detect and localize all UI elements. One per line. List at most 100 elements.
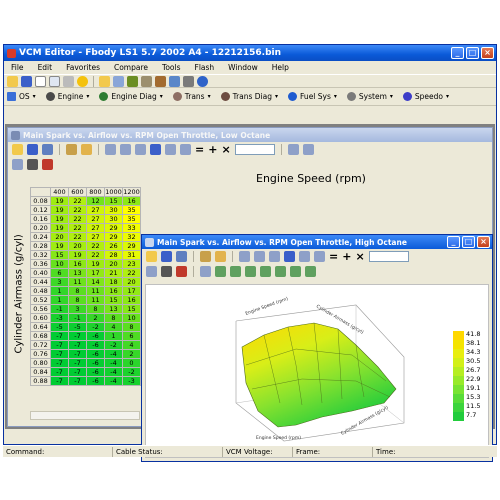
row-header[interactable]: 0.12 — [30, 205, 51, 215]
table-cell[interactable]: 12 — [86, 196, 105, 206]
table-cell[interactable]: -2 — [122, 367, 141, 377]
copy-icon[interactable] — [200, 251, 211, 262]
table-cell[interactable]: -4 — [104, 376, 123, 386]
reset-view-icon[interactable] — [275, 266, 286, 277]
nav-system[interactable]: System ▾ — [346, 92, 393, 101]
open-icon[interactable] — [7, 75, 18, 87]
menu-compare[interactable]: Compare — [114, 63, 148, 72]
table-cell[interactable]: 8 — [104, 313, 123, 323]
table-cell[interactable]: 35 — [122, 205, 141, 215]
row-header[interactable]: 0.36 — [30, 259, 51, 269]
table-cell[interactable]: -7 — [50, 367, 69, 377]
chart-3d-icon[interactable] — [176, 266, 187, 277]
table-cell[interactable]: 16 — [122, 295, 141, 305]
close-button[interactable]: × — [481, 47, 494, 59]
graph-icon[interactable] — [314, 251, 325, 262]
add-button[interactable]: + — [342, 251, 351, 262]
table-cell[interactable]: -5 — [68, 322, 87, 332]
row-header[interactable]: 0.60 — [30, 313, 51, 323]
row-header[interactable]: 0.88 — [30, 376, 51, 386]
nav-engine[interactable]: Engine ▾ — [45, 92, 89, 101]
minimize-button[interactable]: _ — [447, 236, 460, 248]
value-input[interactable] — [368, 251, 409, 262]
table-cell[interactable]: -6 — [86, 331, 105, 341]
flash-read-icon[interactable] — [141, 75, 152, 87]
table-cell[interactable]: -5 — [50, 322, 69, 332]
table-cell[interactable]: 30 — [104, 214, 123, 224]
table-cell[interactable]: 22 — [68, 214, 87, 224]
table-cell[interactable]: 2 — [122, 349, 141, 359]
surface-icon[interactable] — [305, 266, 316, 277]
table-cell[interactable]: 22 — [68, 232, 87, 242]
table-cell[interactable]: 20 — [68, 241, 87, 251]
menu-edit[interactable]: Edit — [38, 63, 53, 72]
table-cell[interactable]: -7 — [50, 349, 69, 359]
interpolate-icon[interactable] — [105, 144, 116, 155]
open-icon[interactable] — [146, 251, 157, 262]
chart-3d-icon[interactable] — [42, 159, 53, 170]
favorite-star-icon[interactable] — [77, 75, 88, 87]
document-icon[interactable] — [35, 75, 46, 87]
table-cell[interactable]: 15 — [104, 295, 123, 305]
table-cell[interactable]: 22 — [68, 196, 87, 206]
table-cell[interactable]: 19 — [50, 205, 69, 215]
table-cell[interactable]: 4 — [122, 340, 141, 350]
table-cell[interactable]: 19 — [50, 196, 69, 206]
undo-icon[interactable] — [42, 144, 53, 155]
table-cell[interactable]: -4 — [104, 358, 123, 368]
fill-icon[interactable] — [269, 251, 280, 262]
copy-icon[interactable] — [49, 75, 60, 87]
table-cell[interactable]: 27 — [86, 214, 105, 224]
nav-trans[interactable]: Trans ▾ — [172, 92, 211, 101]
table-cell[interactable]: -6 — [86, 376, 105, 386]
row-header[interactable]: 0.72 — [30, 340, 51, 350]
interpolate-icon[interactable] — [239, 251, 250, 262]
table-cell[interactable]: -1 — [68, 313, 87, 323]
table-cell[interactable]: 33 — [122, 223, 141, 233]
zoom-icon[interactable] — [200, 266, 211, 277]
wireframe-icon[interactable] — [290, 266, 301, 277]
add-button[interactable]: + — [208, 144, 217, 155]
table-cell[interactable]: -6 — [86, 367, 105, 377]
table-cell[interactable]: 8 — [122, 322, 141, 332]
compare-icon[interactable] — [113, 75, 124, 87]
menu-file[interactable]: File — [11, 63, 24, 72]
table-cell[interactable]: 19 — [50, 223, 69, 233]
fill-icon[interactable] — [135, 144, 146, 155]
table-cell[interactable]: -7 — [68, 376, 87, 386]
table-cell[interactable]: -2 — [104, 340, 123, 350]
print-icon[interactable] — [63, 75, 74, 87]
low-octane-titlebar[interactable]: Main Spark vs. Airflow vs. RPM Open Thro… — [8, 128, 492, 142]
menu-flash[interactable]: Flash — [195, 63, 215, 72]
row-header[interactable]: 0.68 — [30, 331, 51, 341]
column-header[interactable]: 600 — [68, 187, 87, 197]
maximize-button[interactable]: □ — [466, 47, 479, 59]
table-cell[interactable]: 22 — [86, 241, 105, 251]
save-icon[interactable] — [21, 75, 32, 87]
nav-os[interactable]: OS ▾ — [7, 92, 36, 101]
nav-engine-diag[interactable]: Engine Diag ▾ — [99, 92, 163, 101]
table-cell[interactable]: -7 — [68, 340, 87, 350]
set-equal-button[interactable]: = — [195, 144, 204, 155]
table-cell[interactable]: 29 — [104, 232, 123, 242]
row-header[interactable]: 0.08 — [30, 196, 51, 206]
table-icon[interactable] — [165, 144, 176, 155]
table-cell[interactable]: 6 — [122, 331, 141, 341]
rotate-left-icon[interactable] — [215, 266, 226, 277]
paste-icon[interactable] — [81, 144, 92, 155]
menu-tools[interactable]: Tools — [162, 63, 180, 72]
table-cell[interactable]: 10 — [50, 259, 69, 269]
row-header[interactable]: 0.24 — [30, 232, 51, 242]
table-cell[interactable]: 20 — [50, 232, 69, 242]
tools-icon[interactable] — [169, 75, 180, 87]
table-cell[interactable]: 19 — [50, 214, 69, 224]
table-cell[interactable]: -1 — [50, 304, 69, 314]
undo-icon[interactable] — [176, 251, 187, 262]
table-cell[interactable]: 1 — [50, 286, 69, 296]
table-cell[interactable]: -7 — [50, 376, 69, 386]
nav-speedo[interactable]: Speedo ▾ — [402, 92, 449, 101]
grid-view-icon[interactable] — [287, 144, 299, 155]
table-cell[interactable]: -2 — [86, 322, 105, 332]
tilt-up-icon[interactable] — [245, 266, 256, 277]
table-cell[interactable]: 11 — [86, 295, 105, 305]
